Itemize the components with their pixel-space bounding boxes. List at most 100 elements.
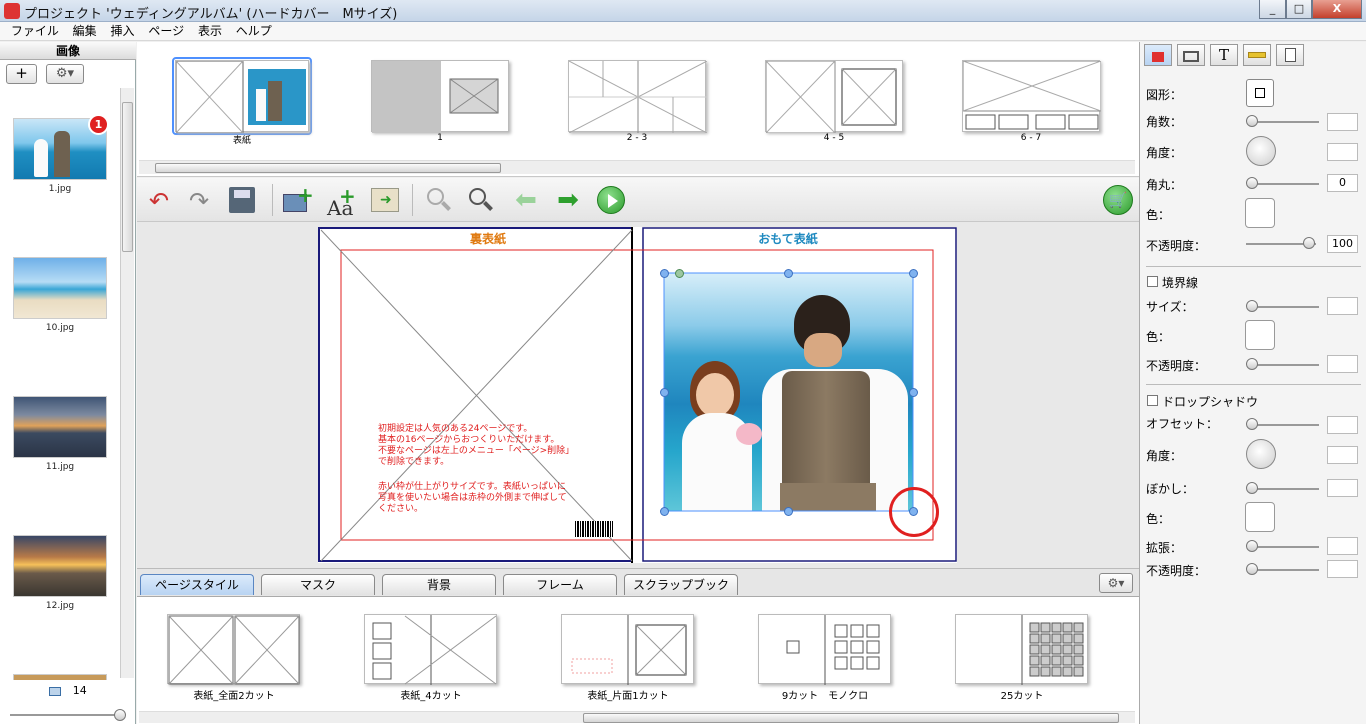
zoom-in-icon[interactable] [469,188,495,214]
tab-background[interactable]: 背景 [382,574,496,595]
menu-page[interactable]: ページ [143,22,189,41]
redo-icon[interactable]: ↷ [183,187,215,215]
spread-thumb-6-7[interactable] [962,60,1101,132]
shadow-checkbox[interactable] [1147,395,1158,406]
scroll-thumb[interactable] [122,102,133,252]
spread-thumb-2-3[interactable] [568,60,707,133]
corners-field[interactable] [1327,113,1358,131]
offset-slider[interactable] [1249,424,1319,426]
border-checkbox[interactable] [1147,276,1158,287]
page-layout-icon[interactable]: ➜ [371,188,399,212]
shadow-angle-field[interactable] [1327,446,1358,464]
shadow-opacity-field[interactable] [1327,560,1358,578]
style-thumb-full-2[interactable] [167,614,300,685]
zoom-out-icon[interactable] [427,188,453,214]
border-size-field[interactable] [1327,297,1358,315]
style-scrollbar[interactable] [139,711,1135,723]
slider-knob[interactable] [1246,482,1258,494]
frame-tab[interactable] [1177,44,1205,66]
resize-handle[interactable] [784,507,793,516]
slider-knob[interactable] [1246,563,1258,575]
add-image-button[interactable]: + [6,64,37,84]
ruler-tab[interactable] [1243,44,1271,66]
style-thumb-4[interactable] [364,614,497,685]
slider-knob[interactable] [1246,177,1258,189]
close-button[interactable]: X [1312,0,1362,19]
offset-field[interactable] [1327,416,1358,434]
tab-mask[interactable]: マスク [261,574,375,595]
add-text-icon[interactable]: Aa + [327,184,357,220]
tab-page-style[interactable]: ページスタイル [140,574,254,595]
angle-dial[interactable] [1246,136,1276,166]
page-tab[interactable] [1276,44,1304,66]
menu-file[interactable]: ファイル [6,22,64,41]
zoom-slider[interactable] [10,714,122,716]
border-color-swatch[interactable] [1245,320,1275,350]
minimize-button[interactable]: _ [1259,0,1286,19]
slider-knob[interactable] [1246,540,1258,552]
spread-thumb-cover[interactable] [175,60,309,133]
opacity-field[interactable]: 100 [1327,235,1358,253]
spread-thumb-1[interactable] [371,60,509,133]
border-opacity-slider[interactable] [1249,364,1319,366]
border-opacity-field[interactable] [1327,355,1358,373]
play-icon[interactable] [597,186,625,214]
image-settings-button[interactable]: ⚙▾ [46,64,84,84]
shape-tab[interactable] [1144,44,1172,66]
resize-handle[interactable] [660,388,669,397]
style-scroll-thumb[interactable] [583,713,1119,723]
photo-thumb-12[interactable] [13,535,107,597]
resize-handle[interactable] [660,269,669,278]
photo-thumb-10[interactable] [13,257,107,319]
blur-field[interactable] [1327,479,1358,497]
resize-handle[interactable] [660,507,669,516]
spread-thumb-4-5[interactable] [765,60,903,133]
rounding-slider[interactable] [1249,183,1319,185]
slider-knob[interactable] [1246,115,1258,127]
previous-arrow-icon[interactable]: ⬅ [511,186,541,214]
expand-slider[interactable] [1249,546,1319,548]
add-photo-icon[interactable]: + [283,185,314,214]
slider-knob[interactable] [1303,237,1315,249]
save-icon[interactable] [229,187,255,213]
rotate-handle[interactable] [675,269,684,278]
slider-knob[interactable] [1246,300,1258,312]
shadow-angle-dial[interactable] [1246,439,1276,469]
cover-photo[interactable] [664,273,913,511]
tab-frame[interactable]: フレーム [503,574,617,595]
menu-view[interactable]: 表示 [193,22,227,41]
photo-thumb-11[interactable] [13,396,107,458]
text-tab[interactable]: T [1210,44,1238,66]
menu-help[interactable]: ヘルプ [231,22,277,41]
style-thumb-9-mono[interactable] [758,614,891,685]
style-thumb-25[interactable] [955,614,1088,685]
resize-handle[interactable] [909,388,918,397]
rounding-field[interactable]: 0 [1327,174,1358,192]
undo-icon[interactable]: ↶ [143,187,175,215]
fill-color-swatch[interactable] [1245,198,1275,228]
cart-icon[interactable]: 🛒 [1103,185,1133,215]
image-list-scrollbar[interactable] [120,88,134,678]
blur-slider[interactable] [1249,488,1319,490]
shadow-opacity-slider[interactable] [1249,569,1319,571]
maximize-button[interactable]: □ [1286,0,1312,19]
resize-handle[interactable] [909,269,918,278]
shadow-color-swatch[interactable] [1245,502,1275,532]
style-settings-button[interactable]: ⚙▾ [1099,573,1133,593]
next-arrow-icon[interactable]: ➡ [553,186,583,214]
menu-edit[interactable]: 編集 [68,22,102,41]
menu-insert[interactable]: 挿入 [106,22,140,41]
angle-field[interactable] [1327,143,1358,161]
resize-handle[interactable] [784,269,793,278]
slider-knob[interactable] [1246,358,1258,370]
style-thumb-half-1[interactable] [561,614,694,685]
slider-knob[interactable] [1246,418,1258,430]
corners-slider[interactable] [1249,121,1319,123]
zoom-slider-knob[interactable] [114,709,126,721]
spread-scroll-thumb[interactable] [155,163,501,173]
photo-thumb-partial[interactable] [13,674,107,680]
border-size-slider[interactable] [1249,306,1319,308]
expand-field[interactable] [1327,537,1358,555]
shape-select[interactable] [1246,79,1274,107]
spread-scrollbar[interactable] [139,160,1135,174]
